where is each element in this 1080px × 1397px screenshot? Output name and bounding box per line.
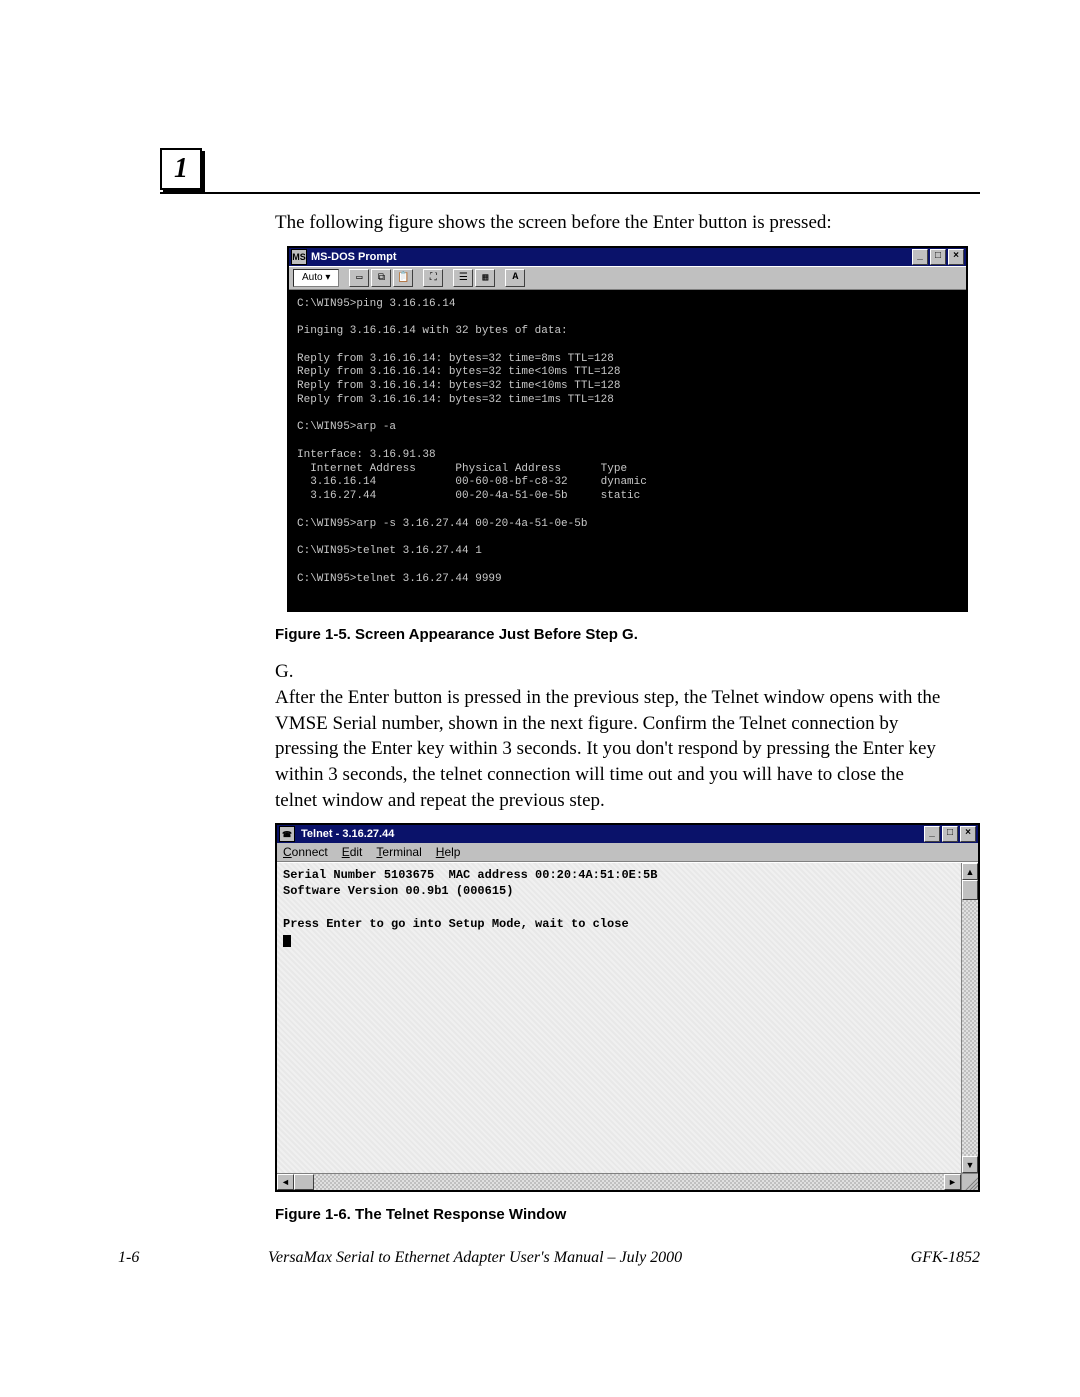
font-size-label: Auto [302,272,323,283]
resize-grip[interactable] [961,1174,978,1190]
toolbar-properties-button[interactable]: ☰ [453,269,473,287]
menu-edit[interactable]: Edit [342,845,363,859]
menu-connect[interactable]: Connect [283,845,328,859]
footer-doc-number: GFK-1852 [860,1249,980,1267]
dropdown-icon: ▾ [325,272,330,283]
font-size-selector[interactable]: Auto ▾ [293,269,339,287]
intro-paragraph: The following figure shows the screen be… [275,210,980,236]
msdos-title: MS-DOS Prompt [311,251,910,263]
footer-manual-title: VersaMax Serial to Ethernet Adapter User… [238,1249,860,1267]
telnet-titlebar: ☎ Telnet - 3.16.27.44 _ □ × [277,825,978,843]
minimize-button[interactable]: _ [924,826,940,842]
step-g-body: After the Enter button is pressed in the… [275,685,948,813]
toolbar-fullscreen-button[interactable]: ⛶ [423,269,443,287]
vertical-scrollbar[interactable]: ▲ ▼ [961,863,978,1173]
scroll-thumb[interactable] [962,880,978,900]
menu-terminal[interactable]: Terminal [376,845,421,859]
chapter-number-badge: 1 [160,148,202,190]
toolbar-copy-button[interactable]: ⧉ [371,269,391,287]
toolbar-background-button[interactable]: ▦ [475,269,495,287]
page-footer: 1-6 VersaMax Serial to Ethernet Adapter … [118,1249,980,1267]
msdos-system-icon[interactable]: MS [291,249,307,265]
header-rule [160,192,980,194]
scroll-up-button[interactable]: ▲ [962,863,978,880]
minimize-button[interactable]: _ [912,249,928,265]
maximize-button[interactable]: □ [930,249,946,265]
horizontal-scrollbar[interactable]: ◄ ► [277,1174,961,1190]
telnet-line-3: Press Enter to go into Setup Mode, wait … [283,917,629,931]
figure-1-6-caption: Figure 1-6. The Telnet Response Window [275,1206,980,1223]
close-button[interactable]: × [960,826,976,842]
figure-1-5-caption: Figure 1-5. Screen Appearance Just Befor… [275,626,980,643]
msdos-terminal-output: C:\WIN95>ping 3.16.16.14 Pinging 3.16.16… [289,290,966,611]
scroll-right-button[interactable]: ► [944,1174,961,1190]
toolbar-paste-button[interactable]: 📋 [393,269,413,287]
telnet-line-1: Serial Number 5103675 MAC address 00:20:… [283,868,657,882]
page-number: 1-6 [118,1249,238,1267]
close-button[interactable]: × [948,249,964,265]
hscroll-thumb[interactable] [294,1174,314,1190]
telnet-system-icon[interactable]: ☎ [279,826,295,842]
step-g-label: G. [275,659,303,685]
telnet-title: Telnet - 3.16.27.44 [301,828,922,840]
menu-help[interactable]: Help [436,845,461,859]
toolbar-mark-button[interactable]: ▭ [349,269,369,287]
telnet-line-2: Software Version 00.9b1 (000615) [283,884,513,898]
scroll-track[interactable] [962,900,978,1156]
text-cursor [283,935,291,947]
scroll-down-button[interactable]: ▼ [962,1156,978,1173]
maximize-button[interactable]: □ [942,826,958,842]
msdos-toolbar: Auto ▾ ▭ ⧉ 📋 ⛶ ☰ ▦ A [289,266,966,290]
scroll-left-button[interactable]: ◄ [277,1174,294,1190]
msdos-window: MS MS-DOS Prompt _ □ × Auto ▾ ▭ ⧉ 📋 ⛶ ☰ [287,246,968,613]
msdos-titlebar: MS MS-DOS Prompt _ □ × [289,248,966,266]
step-g: G. After the Enter button is pressed in … [275,659,980,813]
telnet-terminal-output: Serial Number 5103675 MAC address 00:20:… [277,863,961,1173]
telnet-menubar: Connect Edit Terminal Help [277,843,978,862]
hscroll-track[interactable] [314,1174,944,1190]
toolbar-font-button[interactable]: A [505,269,525,287]
telnet-window: ☎ Telnet - 3.16.27.44 _ □ × Connect Edit… [275,823,980,1192]
